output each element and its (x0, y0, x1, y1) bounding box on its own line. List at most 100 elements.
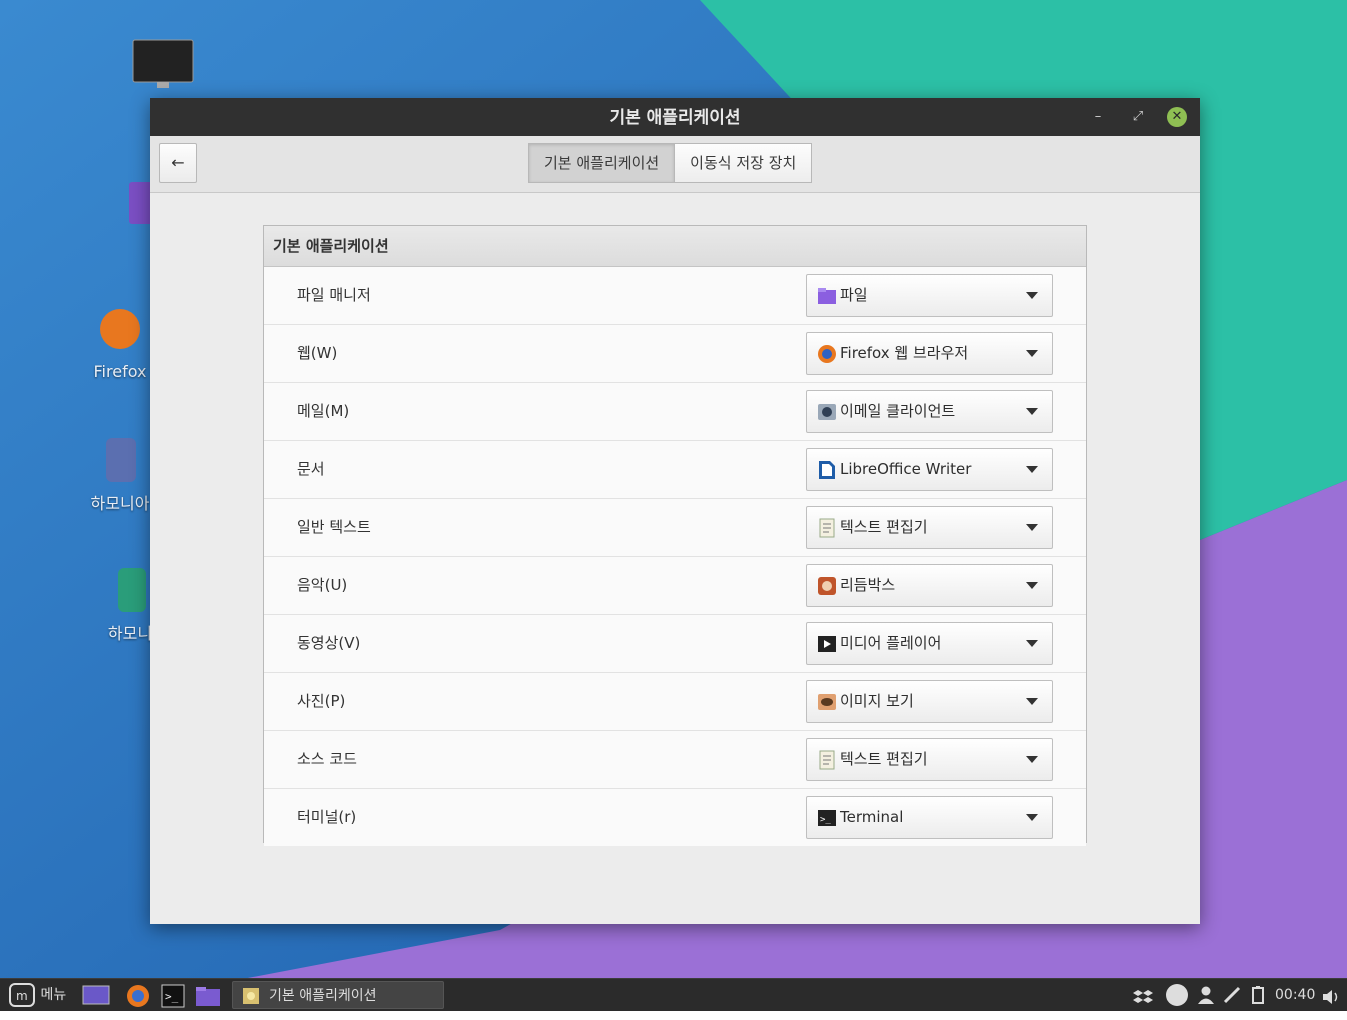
svg-text:>_: >_ (165, 990, 179, 1003)
dropbox-tray-icon[interactable] (1133, 986, 1153, 1004)
preferences-icon (243, 988, 259, 1004)
text-editor-icon (819, 750, 835, 770)
app-row: 파일 매니저 파일 (264, 267, 1086, 325)
harmonia-icon (106, 438, 136, 482)
close-button[interactable]: ✕ (1167, 107, 1187, 127)
app-select-value: 이메일 클라이언트 (840, 402, 956, 420)
app-select-dropdown[interactable]: 파일 (806, 274, 1053, 317)
app-select-dropdown[interactable]: LibreOffice Writer (806, 448, 1053, 491)
back-button[interactable]: ← (159, 143, 197, 183)
tools-tray-icon[interactable] (1222, 985, 1242, 1005)
firefox-icon (100, 309, 140, 349)
mail-icon (818, 404, 836, 420)
chevron-down-icon (1026, 756, 1038, 763)
chevron-down-icon (1026, 350, 1038, 357)
harmonia-app-icon (118, 568, 146, 612)
taskbar-window-button[interactable]: 기본 애플리케이션 (232, 981, 444, 1009)
battery-tray-icon[interactable] (1251, 985, 1265, 1005)
volume-tray-icon[interactable] (1322, 986, 1342, 1004)
terminal-icon: >_ (818, 810, 836, 826)
title-bar[interactable]: 기본 애플리케이션 – ⤢ ✕ (150, 98, 1200, 136)
app-row: 음악(U) 리듬박스 (264, 557, 1086, 615)
toolbar: ← 기본 애플리케이션 이동식 저장 장치 (150, 136, 1200, 193)
terminal-launcher[interactable]: >_ (161, 984, 185, 1008)
user-icon (1198, 986, 1214, 1004)
battery-icon (1252, 986, 1264, 1004)
media-player-icon (818, 636, 836, 652)
menu-label: 메뉴 (40, 987, 67, 1003)
tab-default-applications[interactable]: 기본 애플리케이션 (528, 143, 676, 183)
status-tray-icon[interactable] (1165, 983, 1189, 1007)
app-select-value: 텍스트 편집기 (840, 518, 928, 536)
app-select-value: 리듬박스 (840, 576, 896, 594)
chevron-down-icon (1026, 466, 1038, 473)
app-category-label: 문서 (297, 460, 325, 478)
app-select-dropdown[interactable]: 이메일 클라이언트 (806, 390, 1053, 433)
mint-logo-icon: m (9, 983, 35, 1007)
user-tray-icon[interactable] (1197, 985, 1215, 1005)
menu-button[interactable]: m 메뉴 (8, 979, 66, 1011)
app-category-label: 파일 매니저 (297, 286, 371, 304)
speaker-icon (1323, 990, 1338, 1004)
app-category-label: 웹(W) (297, 344, 338, 362)
chevron-down-icon (1026, 408, 1038, 415)
clock[interactable]: 00:40 (1275, 979, 1315, 1011)
app-select-dropdown[interactable]: 리듬박스 (806, 564, 1053, 607)
app-category-label: 소스 코드 (297, 750, 357, 768)
chevron-down-icon (1026, 698, 1038, 705)
app-row: 일반 텍스트 텍스트 편집기 (264, 499, 1086, 557)
app-category-label: 터미널(r) (297, 808, 357, 826)
taskbar-window-label: 기본 애플리케이션 (269, 988, 377, 1004)
circle-status-icon (1166, 984, 1188, 1006)
panel-heading: 기본 애플리케이션 (264, 226, 1086, 267)
show-desktop-launcher[interactable] (82, 984, 110, 1006)
svg-text:m: m (16, 989, 28, 1003)
app-select-value: LibreOffice Writer (840, 460, 972, 478)
app-select-dropdown[interactable]: 이미지 보기 (806, 680, 1053, 723)
app-select-dropdown[interactable]: 텍스트 편집기 (806, 738, 1053, 781)
taskbar: m 메뉴 >_ 기본 애플리케이션 00:40 (0, 978, 1347, 1011)
chevron-down-icon (1026, 292, 1038, 299)
app-row: 사진(P) 이미지 보기 (264, 673, 1086, 731)
tab-removable-media[interactable]: 이동식 저장 장치 (675, 143, 813, 183)
text-editor-icon (819, 518, 835, 538)
dropbox-icon (1133, 990, 1153, 1003)
app-row: 메일(M) 이메일 클라이언트 (264, 383, 1086, 441)
firefox-icon (818, 345, 836, 363)
default-apps-panel: 기본 애플리케이션 파일 매니저 파일웹(W) Firefox 웹 브라우저메일(M… (263, 225, 1087, 846)
app-select-value: Terminal (840, 808, 904, 826)
app-category-label: 메일(M) (297, 402, 350, 420)
app-select-dropdown[interactable]: 미디어 플레이어 (806, 622, 1053, 665)
minimize-button[interactable]: – (1088, 107, 1108, 127)
app-category-label: 사진(P) (297, 692, 346, 710)
chevron-down-icon (1026, 582, 1038, 589)
app-select-dropdown[interactable]: 텍스트 편집기 (806, 506, 1053, 549)
app-select-value: 이미지 보기 (840, 692, 914, 710)
app-row: 터미널(r) >_ Terminal (264, 789, 1086, 846)
maximize-button[interactable]: ⤢ (1128, 107, 1148, 127)
computer-icon (132, 39, 194, 88)
firefox-launcher[interactable] (126, 984, 150, 1007)
desktop-icon-label: 하모니 (107, 624, 153, 643)
app-row: 문서 LibreOffice Writer (264, 441, 1086, 499)
app-row: 웹(W) Firefox 웹 브라우저 (264, 325, 1086, 383)
app-category-label: 일반 텍스트 (297, 518, 371, 536)
desktop-icon-label: Firefox (93, 362, 147, 381)
app-select-dropdown[interactable]: >_ Terminal (806, 796, 1053, 839)
app-category-label: 동영상(V) (297, 634, 361, 652)
libreoffice-writer-icon (819, 461, 835, 479)
firefox-icon (127, 985, 149, 1007)
app-select-dropdown[interactable]: Firefox 웹 브라우저 (806, 332, 1053, 375)
rhythmbox-icon (818, 577, 836, 595)
pen-icon (1223, 986, 1241, 1004)
default-apps-window: 기본 애플리케이션 – ⤢ ✕ ← 기본 애플리케이션 이동식 저장 장치 기본… (150, 98, 1200, 924)
desktop-icon (82, 985, 110, 1005)
tab-bar: 기본 애플리케이션 이동식 저장 장치 (528, 143, 813, 183)
window-title: 기본 애플리케이션 (609, 108, 741, 128)
app-category-label: 음악(U) (297, 576, 348, 594)
app-row: 소스 코드 텍스트 편집기 (264, 731, 1086, 789)
desktop-icon-label: 하모니아 (90, 494, 150, 513)
folder-icon (196, 987, 220, 1006)
files-launcher[interactable] (195, 984, 221, 1006)
app-list: 파일 매니저 파일웹(W) Firefox 웹 브라우저메일(M) 이메일 클라이언트… (264, 267, 1086, 846)
